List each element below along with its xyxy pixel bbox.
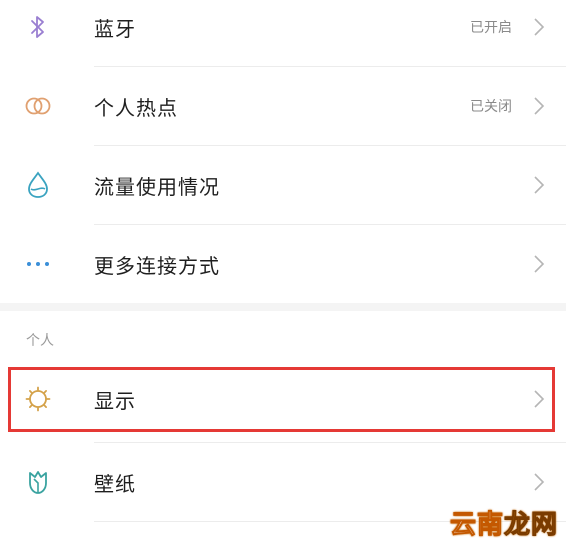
watermark-part2: 龙网	[503, 510, 558, 541]
settings-item-data-usage[interactable]: 流量使用情况	[0, 146, 566, 224]
settings-item-label: 个人热点	[94, 95, 178, 120]
watermark-logo: 云南龙网	[449, 504, 558, 541]
wallpaper-tulip-icon	[22, 466, 54, 498]
settings-item-bluetooth[interactable]: 蓝牙 已开启	[0, 0, 566, 66]
section-gap	[0, 303, 566, 311]
settings-item-hotspot[interactable]: 个人热点 已关闭	[0, 67, 566, 145]
settings-item-more-connections[interactable]: 更多连接方式	[0, 225, 566, 303]
settings-item-label: 壁纸	[94, 471, 136, 496]
settings-item-label: 更多连接方式	[94, 253, 220, 278]
section-header: 个人	[26, 333, 54, 349]
settings-page: 蓝牙 已开启 个人热点 已关闭 流量使用情况 更多连接方式 个人 显示 壁纸 云…	[0, 0, 566, 549]
chevron-right-icon	[530, 252, 548, 276]
chevron-right-icon	[530, 15, 548, 39]
chevron-right-icon	[530, 470, 548, 494]
more-dots-icon	[22, 248, 54, 280]
chevron-right-icon	[530, 387, 548, 411]
bluetooth-icon	[22, 11, 54, 43]
chevron-right-icon	[530, 173, 548, 197]
settings-item-display[interactable]: 显示	[0, 360, 566, 438]
display-sun-icon	[22, 383, 54, 415]
settings-item-label: 显示	[94, 388, 136, 413]
settings-item-label: 蓝牙	[94, 16, 136, 41]
status-text: 已开启	[470, 20, 512, 36]
status-text: 已关闭	[470, 99, 512, 115]
hotspot-icon	[22, 90, 54, 122]
settings-item-label: 流量使用情况	[94, 174, 220, 199]
watermark-part1: 云南	[449, 510, 504, 541]
chevron-right-icon	[530, 94, 548, 118]
data-usage-icon	[22, 169, 54, 201]
